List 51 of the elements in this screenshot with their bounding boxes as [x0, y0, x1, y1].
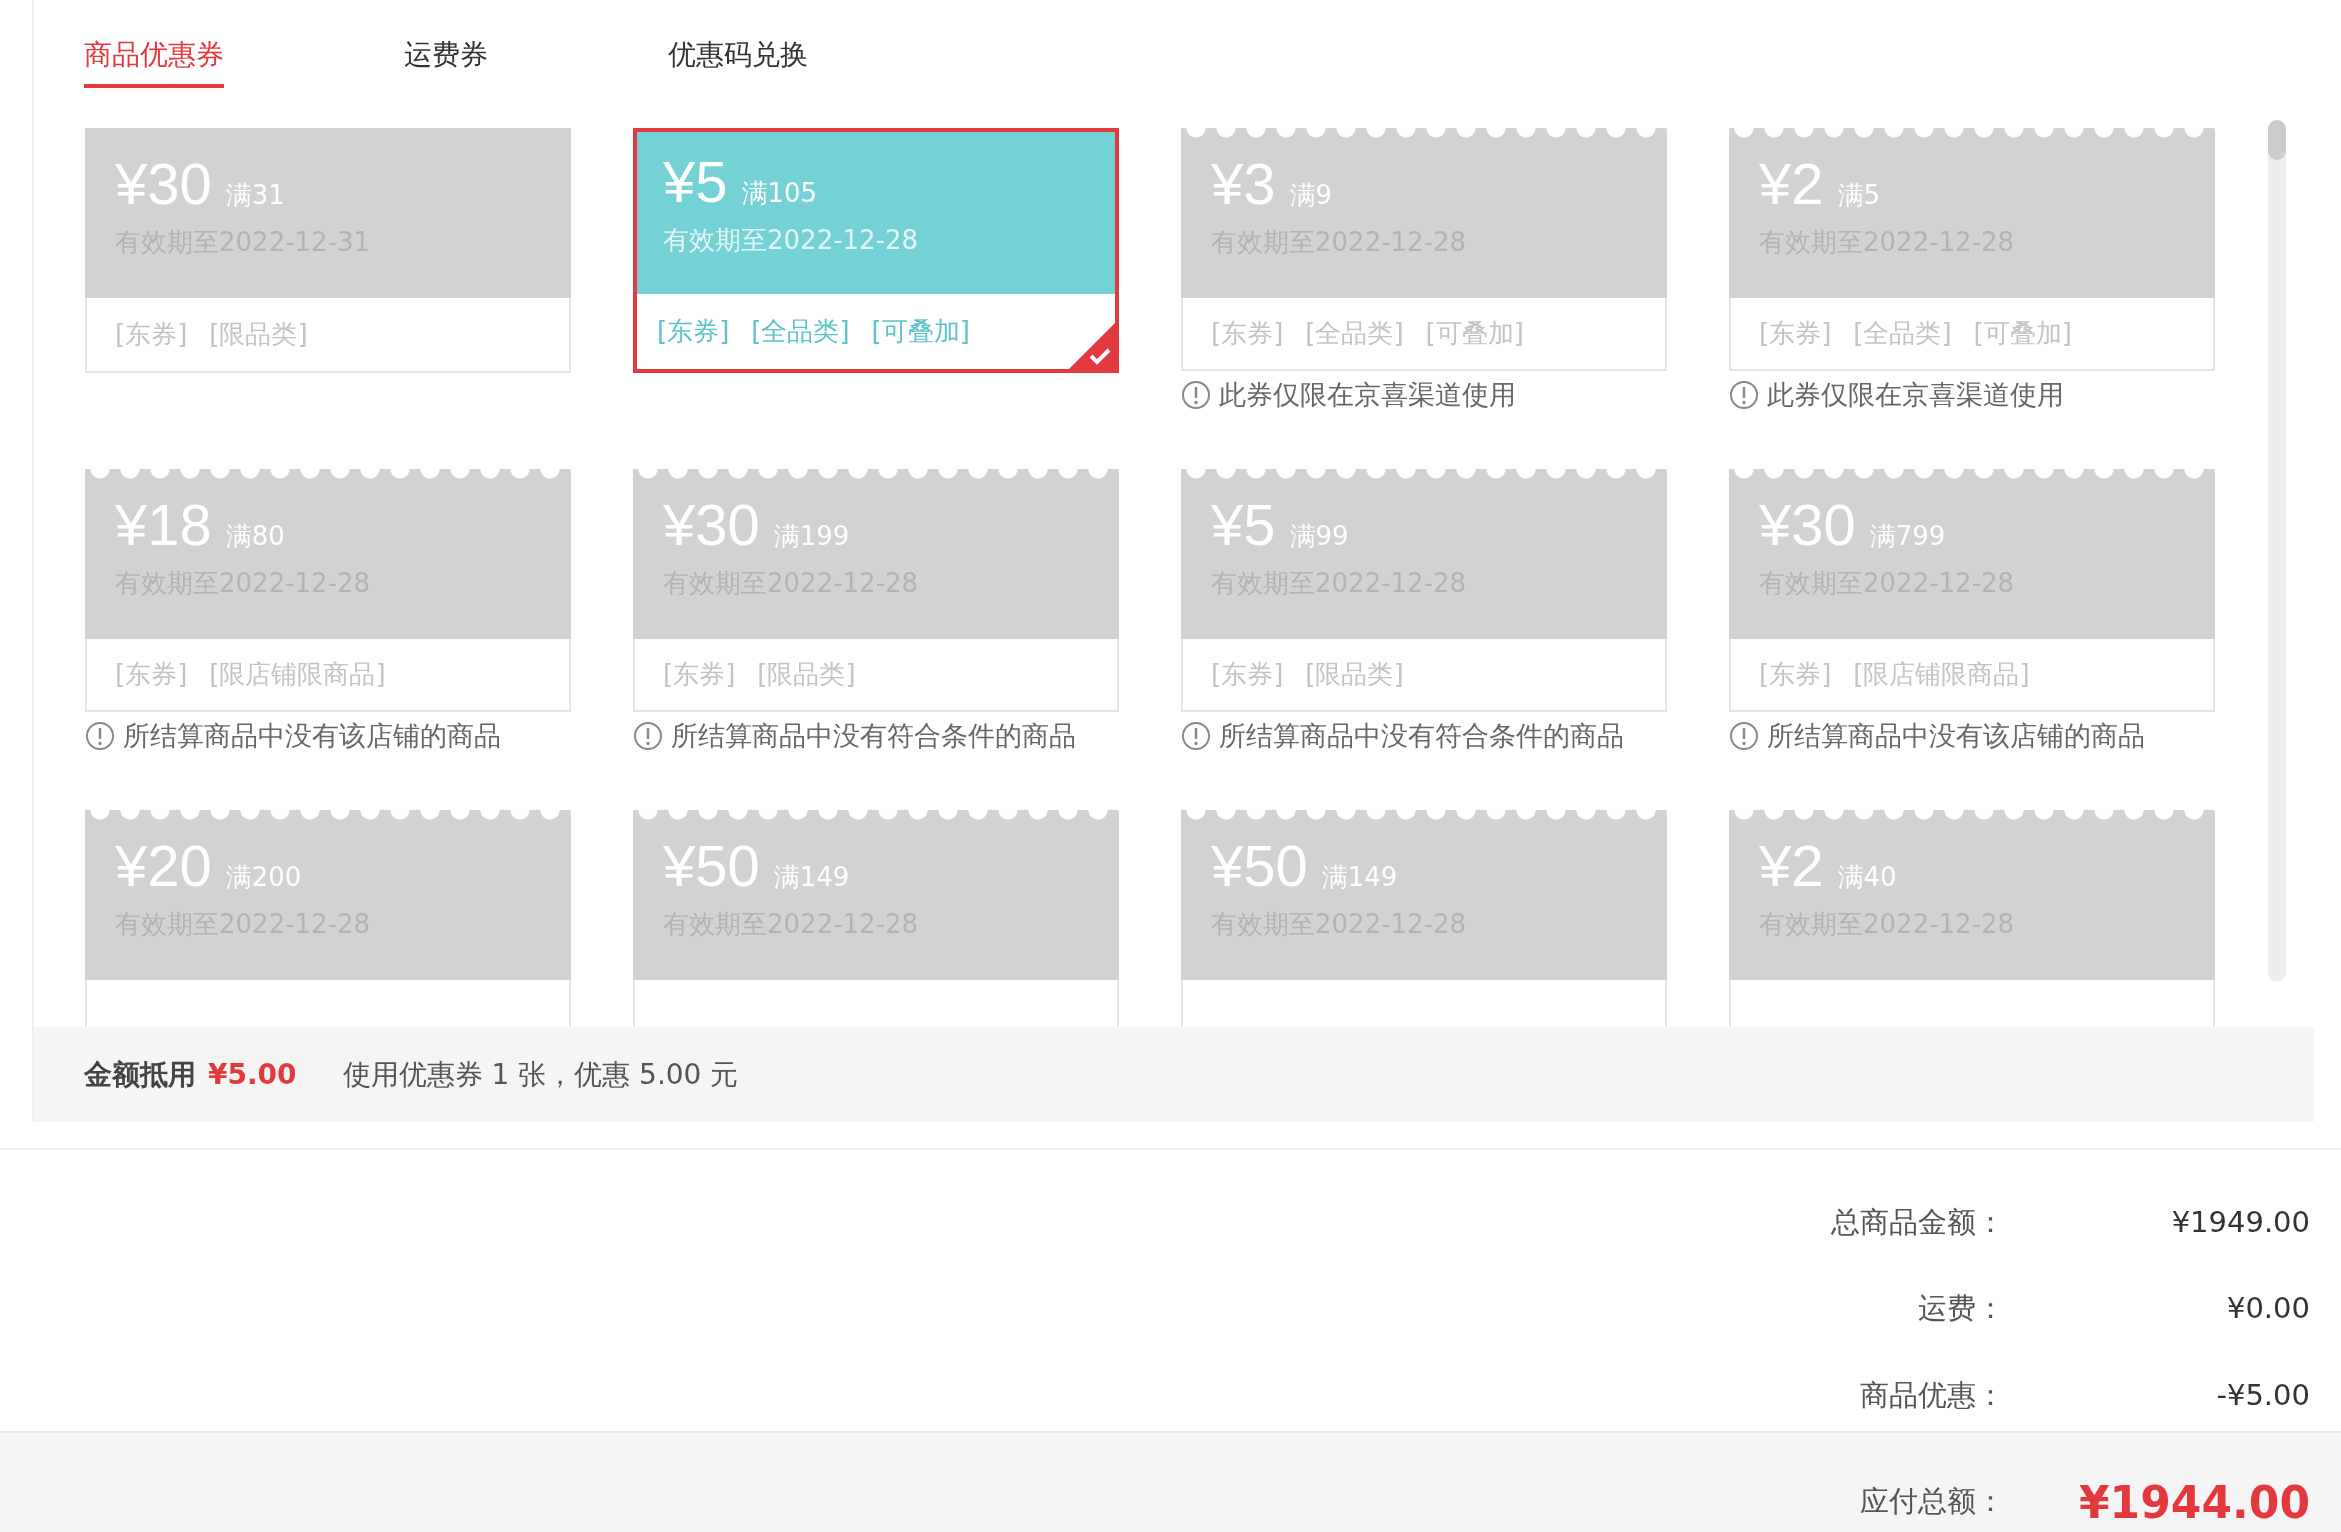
coupon-tag: [限品类] — [1305, 657, 1404, 692]
coupon-note: 所结算商品中没有符合条件的商品 — [671, 719, 1076, 753]
price-value: ¥1949.00 — [2170, 1204, 2310, 1241]
coupon-tag: [东券] — [1211, 657, 1284, 692]
coupon-tag: [限品类] — [757, 657, 856, 692]
coupon-note: 此券仅限在京喜渠道使用 — [1767, 378, 2064, 412]
coupon-tag: [东券] — [663, 657, 736, 692]
coupon-tag: [可叠加] — [1425, 316, 1524, 351]
exclamation-icon — [1181, 380, 1211, 410]
summary-detail: 使用优惠券 1 张，优惠 5.00 元 — [342, 1056, 739, 1093]
coupon-note: 所结算商品中没有该店铺的商品 — [1767, 719, 2145, 753]
coupon-tag: [东券] — [1759, 316, 1832, 351]
exclamation-icon — [1729, 380, 1759, 410]
coupon-tag: [东券] — [1211, 316, 1284, 351]
coupon-note: 所结算商品中没有符合条件的商品 — [1219, 719, 1624, 753]
tab[interactable]: 优惠码兑换 — [668, 36, 808, 88]
coupon-expiry: 有效期至2022-12-28 — [663, 224, 920, 257]
tab[interactable]: 商品优惠券 — [84, 36, 224, 88]
price-label: 运费： — [1917, 1290, 2005, 1328]
coupon-card[interactable]: ¥5 满105 有效期至2022-12-28 [东券] [全品类] [可叠加] — [633, 128, 1119, 373]
check-icon — [1069, 323, 1115, 369]
coupon-tag: [限店铺限商品] — [209, 657, 386, 692]
coupon-tag: [东券] — [115, 317, 188, 352]
coupon-tag: [可叠加] — [871, 314, 970, 349]
summary-amount: ¥5.00 — [208, 1058, 297, 1091]
coupon-note: 所结算商品中没有该店铺的商品 — [123, 719, 501, 753]
price-label: 总商品金额： — [1830, 1204, 2005, 1241]
coupon-tag: [可叠加] — [1973, 316, 2072, 351]
total-label: 应付总额： — [1859, 1483, 2005, 1520]
summary-label: 金额抵用 — [84, 1056, 196, 1093]
coupon-tag: [东券] — [115, 657, 188, 692]
coupon-note: 此券仅限在京喜渠道使用 — [1219, 378, 1516, 412]
exclamation-icon — [85, 721, 115, 751]
coupon-amount: ¥5 — [663, 148, 728, 215]
coupon-tag: [限品类] — [209, 317, 308, 352]
exclamation-icon — [633, 721, 663, 751]
coupon-tag: [全品类] — [751, 314, 850, 349]
coupon-tag: [全品类] — [1305, 316, 1404, 351]
price-value: -¥5.00 — [2215, 1376, 2310, 1414]
coupon-tag: [东券] — [657, 314, 730, 349]
coupon-tag: [全品类] — [1853, 316, 1952, 351]
total-value: ¥1944.00 — [2077, 1476, 2310, 1528]
coupon-threshold: 满105 — [741, 177, 818, 210]
exclamation-icon — [1729, 721, 1759, 751]
tab[interactable]: 运费券 — [404, 36, 488, 88]
coupon-tag: [东券] — [1759, 657, 1832, 692]
scrollbar[interactable] — [2268, 120, 2286, 982]
exclamation-icon — [1181, 721, 1211, 751]
coupon-tag: [限店铺限商品] — [1853, 657, 2030, 692]
price-value: ¥0.00 — [2225, 1290, 2310, 1328]
price-label: 商品优惠： — [1859, 1376, 2005, 1414]
